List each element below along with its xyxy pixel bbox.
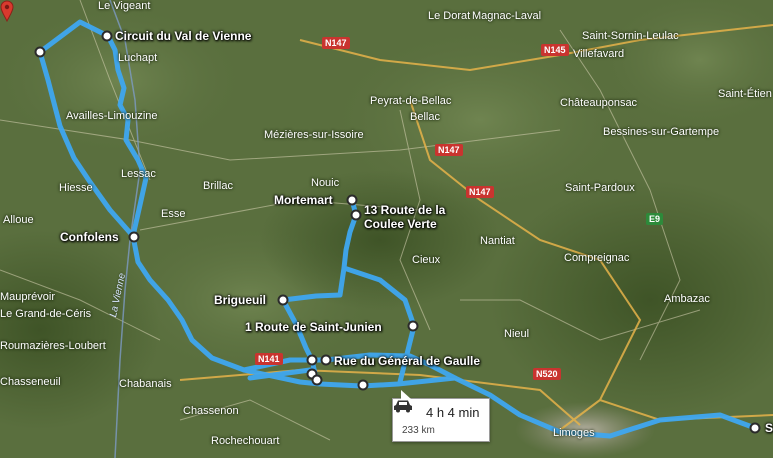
place-label: Saint-Pardoux <box>565 182 635 194</box>
place-label: Hiesse <box>59 182 93 194</box>
place-label: Le Dorat <box>428 10 471 22</box>
place-label: Le Grand-de-Céris <box>0 308 92 320</box>
waypoint-marker[interactable] <box>320 354 332 366</box>
place-label: Villefavard <box>573 48 625 60</box>
place-label: Rochechouart <box>211 435 280 447</box>
place-label: Bessines-sur-Gartempe <box>603 126 720 138</box>
destination-label[interactable]: S <box>765 421 773 435</box>
route-distance: 233 km <box>402 425 435 436</box>
waypoint-label[interactable]: Circuit du Val de Vienne <box>115 29 251 43</box>
place-label: Saint-Étien <box>718 88 772 100</box>
waypoint-marker[interactable] <box>407 320 419 332</box>
waypoint-marker[interactable] <box>350 209 362 221</box>
place-label: Ambazac <box>664 293 710 305</box>
place-label: Luchapt <box>118 52 158 64</box>
map-canvas[interactable]: Le Vigeant Luchapt Le Dorat Magnac-Laval… <box>0 0 773 458</box>
place-label: Magnac-Laval <box>472 10 542 22</box>
place-label: Bellac <box>410 111 440 123</box>
waypoint-marker[interactable] <box>306 354 318 366</box>
waypoint-label[interactable]: 1 Route de Saint-Junien <box>245 320 382 334</box>
waypoint-label[interactable]: Brigueuil <box>214 293 266 307</box>
place-label: Esse <box>161 208 186 220</box>
waypoint-marker[interactable] <box>346 194 358 206</box>
place-label: Nouic <box>311 177 340 189</box>
waypoint-label[interactable]: Rue du Général de Gaulle <box>334 354 480 368</box>
waypoint-label[interactable]: Mortemart <box>274 193 333 207</box>
place-label: Compreignac <box>564 252 630 264</box>
place-label: Mauprévoir <box>0 291 56 303</box>
road-shield: N141 <box>255 353 283 365</box>
place-label: Peyrat-de-Bellac <box>370 95 452 107</box>
waypoint-label[interactable]: Confolens <box>60 230 119 244</box>
place-label: Le Vigeant <box>98 0 151 12</box>
place-label: Châteauponsac <box>560 97 638 109</box>
road-shield: E9 <box>646 213 664 225</box>
waypoint-marker[interactable] <box>128 231 140 243</box>
place-label: Limoges <box>553 427 595 439</box>
waypoint-marker[interactable] <box>357 379 369 391</box>
place-label: Availles-Limouzine <box>66 110 158 122</box>
waypoint-marker[interactable] <box>311 374 323 386</box>
place-label: Mézières-sur-Issoire <box>264 129 364 141</box>
waypoint-label[interactable]: 13 Route de la Coulee Verte <box>364 203 456 231</box>
place-label: Chabanais <box>119 378 172 390</box>
place-label: Nieul <box>504 328 530 340</box>
info-box-pointer <box>401 390 411 399</box>
road-shield: N147 <box>435 144 463 156</box>
place-label: Brillac <box>203 180 233 192</box>
destination-pin-icon[interactable] <box>0 0 14 22</box>
place-label: Saint-Sornin-Leulac <box>582 30 679 42</box>
road-shield: N147 <box>466 186 494 198</box>
place-label: Cieux <box>412 254 441 266</box>
place-label: Nantiat <box>480 235 515 247</box>
route-duration: 4 h 4 min <box>426 405 480 420</box>
place-label: Alloue <box>3 214 34 226</box>
route-info-box[interactable]: 4 h 4 min 233 km <box>392 390 490 442</box>
place-label: Lessac <box>121 168 156 180</box>
road-shield: N520 <box>533 368 561 380</box>
waypoint-marker[interactable] <box>749 422 761 434</box>
waypoint-marker[interactable] <box>101 30 113 42</box>
place-label: Chasseneuil <box>0 376 61 388</box>
place-label: Chassenon <box>183 405 239 417</box>
car-icon <box>394 400 412 413</box>
road-shield: N145 <box>541 44 569 56</box>
place-label: Roumazières-Loubert <box>0 340 106 352</box>
waypoint-marker[interactable] <box>34 46 46 58</box>
waypoint-marker[interactable] <box>277 294 289 306</box>
road-shield: N147 <box>322 37 350 49</box>
